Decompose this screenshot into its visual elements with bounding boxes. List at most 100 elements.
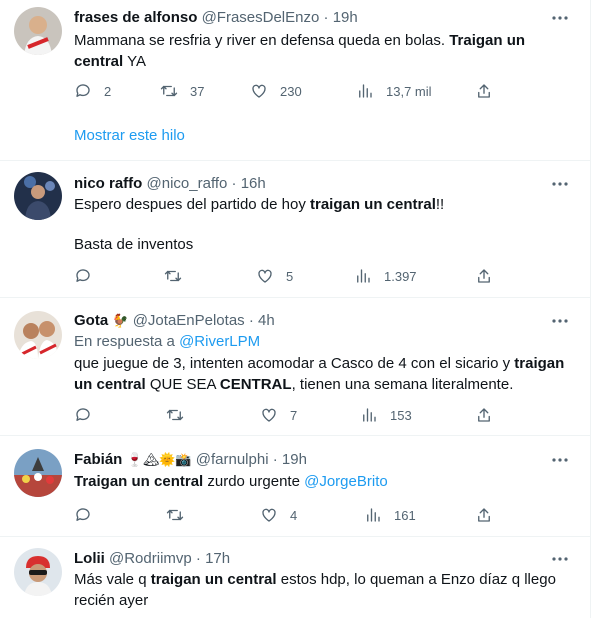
avatar[interactable] [14, 7, 62, 55]
author-name[interactable]: Lolii [74, 550, 105, 567]
more-options-icon[interactable] [550, 174, 570, 194]
tweet-text: Espero despues del partido de hoy traiga… [74, 194, 574, 255]
reply-icon [76, 508, 90, 521]
heart-icon [258, 269, 272, 283]
tweet[interactable]: Gota 🐓 @JotaEnPelotas · 4h En respuesta … [0, 297, 590, 436]
text-segment: !! [435, 196, 445, 213]
more-options-icon[interactable] [550, 8, 570, 28]
author-name[interactable]: frases de alfonso [74, 9, 197, 26]
reply-count: 2 [104, 83, 112, 99]
mention-link[interactable]: @JorgeBrito [304, 473, 388, 490]
show-thread-link[interactable]: Mostrar este hilo [74, 127, 185, 144]
reply-icon [76, 84, 90, 97]
share-icon [478, 508, 490, 522]
avatar[interactable] [14, 548, 62, 596]
author-handle[interactable]: @FrasesDelEnzo [202, 9, 320, 26]
text-bold-segment: Traigan un central [74, 473, 204, 490]
reply-button[interactable] [74, 505, 104, 525]
view-count: 1.397 [384, 268, 417, 284]
avatar[interactable] [14, 311, 62, 359]
tweet-header: frases de alfonso @FrasesDelEnzo · 19h [74, 8, 358, 28]
share-button[interactable] [475, 266, 493, 286]
text-segment: Espero despues del partido de hoy [74, 196, 310, 213]
tweet-actions: 2 37 230 13,7 mil [74, 81, 514, 101]
heart-icon [262, 508, 276, 522]
separator-dot: · [272, 451, 278, 468]
tweet-header: Lolii @Rodriimvp · 17h [74, 549, 230, 569]
like-button[interactable]: 7 [260, 405, 297, 425]
avatar[interactable] [14, 172, 62, 220]
retweet-count: 37 [190, 83, 205, 99]
timestamp[interactable]: 19h [333, 9, 358, 26]
views-chart-icon [357, 269, 370, 283]
separator-dot: · [248, 312, 254, 329]
retweet-icon [160, 85, 178, 97]
text-line: Espero despues del partido de hoy traiga… [74, 194, 574, 215]
reply-button[interactable] [74, 405, 104, 425]
like-button[interactable]: 4 [260, 505, 297, 525]
share-button[interactable] [475, 81, 493, 101]
views-button[interactable]: 1.397 [354, 266, 417, 286]
share-button[interactable] [475, 505, 493, 525]
tweet-actions: 7 153 [74, 405, 514, 425]
text-bold-segment: CENTRAL [219, 376, 292, 393]
tweet[interactable]: Fabián 🍷🏔🌞📸 @farnulphi · 19h Traigan un … [0, 435, 590, 537]
author-handle[interactable]: @farnulphi [196, 451, 269, 468]
separator-dot: · [231, 175, 237, 192]
avatar[interactable] [14, 449, 62, 497]
retweet-button[interactable] [166, 405, 196, 425]
view-count: 161 [394, 507, 416, 523]
author-handle[interactable]: @JotaEnPelotas [133, 312, 245, 329]
author-handle[interactable]: @nico_raffo [147, 175, 228, 192]
views-chart-icon [363, 408, 376, 422]
text-segment: QUE SEA [145, 376, 220, 393]
tweet-text: Traigan un central zurdo urgente @JorgeB… [74, 471, 574, 492]
share-button[interactable] [475, 405, 493, 425]
tweet[interactable]: Lolii @Rodriimvp · 17h Más vale q traiga… [0, 536, 590, 618]
tweet-text: Más vale q traigan un central estos hdp,… [74, 569, 574, 611]
tweet[interactable]: nico raffo @nico_raffo · 16h Espero desp… [0, 160, 590, 298]
tweet-text: que juegue de 3, intenten acomodar a Cas… [74, 353, 574, 395]
heart-icon [252, 84, 266, 98]
name-emoji: 🍷🏔🌞📸 [126, 452, 192, 467]
views-button[interactable]: 161 [364, 505, 416, 525]
reply-to-link[interactable]: @RiverLPM [179, 333, 260, 350]
text-segment: , tienen una semana literalmente. [291, 376, 514, 393]
retweet-button[interactable] [164, 266, 194, 286]
retweet-button[interactable]: 37 [160, 81, 204, 101]
heart-icon [262, 408, 276, 422]
more-options-icon[interactable] [550, 450, 570, 470]
author-handle[interactable]: @Rodriimvp [109, 550, 192, 567]
views-chart-icon [359, 84, 372, 98]
timestamp[interactable]: 4h [258, 312, 275, 329]
name-emoji: 🐓 [112, 313, 129, 328]
timestamp[interactable]: 16h [241, 175, 266, 192]
more-options-icon[interactable] [550, 311, 570, 331]
timestamp[interactable]: 17h [205, 550, 230, 567]
views-button[interactable]: 153 [360, 405, 412, 425]
like-count: 230 [280, 83, 302, 99]
like-button[interactable]: 230 [250, 81, 302, 101]
separator-dot: · [323, 9, 329, 26]
view-count: 13,7 mil [386, 83, 432, 99]
views-button[interactable]: 13,7 mil [356, 81, 432, 101]
share-icon [478, 269, 490, 283]
text-bold-segment: traigan un central [150, 571, 277, 588]
retweet-button[interactable] [166, 505, 196, 525]
more-options-icon[interactable] [550, 549, 570, 569]
author-name[interactable]: nico raffo [74, 175, 142, 192]
tweet[interactable]: frases de alfonso @FrasesDelEnzo · 19h M… [0, 0, 590, 161]
author-name[interactable]: Fabián [74, 451, 122, 468]
tweet-text: Mammana se resfria y river en defensa qu… [74, 30, 574, 72]
tweet-header: Fabián 🍷🏔🌞📸 @farnulphi · 19h [74, 450, 307, 470]
views-chart-icon [367, 508, 380, 522]
reply-button[interactable] [74, 266, 104, 286]
tweet-header: Gota 🐓 @JotaEnPelotas · 4h [74, 311, 275, 331]
share-icon [478, 408, 490, 422]
like-button[interactable]: 5 [256, 266, 293, 286]
text-segment: que juegue de 3, intenten acomodar a Cas… [74, 355, 515, 372]
like-count: 4 [290, 507, 298, 523]
author-name[interactable]: Gota [74, 312, 108, 329]
reply-button[interactable]: 2 [74, 81, 111, 101]
timestamp[interactable]: 19h [282, 451, 307, 468]
